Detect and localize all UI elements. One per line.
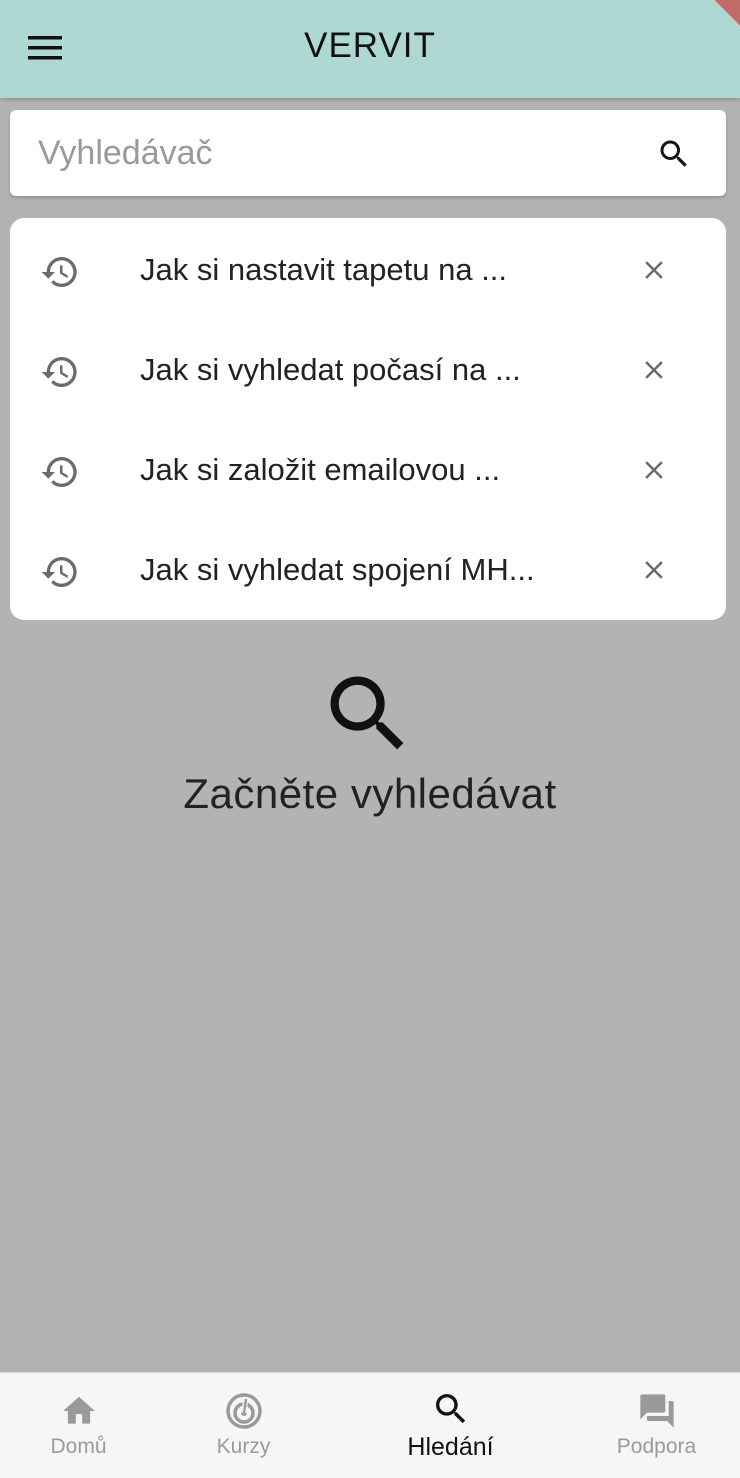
search-icon: [318, 664, 418, 764]
app-bar: VERVIT: [0, 0, 740, 98]
history-item[interactable]: Jak si vyhledat počasí na ...: [10, 320, 726, 420]
history-icon: [38, 250, 82, 294]
close-icon[interactable]: [630, 346, 678, 394]
history-item-label: Jak si vyhledat spojení MH...: [140, 552, 535, 587]
nav-item-home[interactable]: Domů: [0, 1373, 171, 1478]
history-icon: [38, 350, 82, 394]
nav-label: Domů: [50, 1435, 107, 1458]
history-item-label: Jak si založit emailovou ...: [140, 452, 501, 487]
bottom-navigation: Domů Kurzy Hledání Podpora: [0, 1372, 740, 1478]
search-icon[interactable]: [650, 132, 698, 176]
empty-state-text: Začněte vyhledávat: [183, 770, 557, 817]
nav-item-courses[interactable]: Kurzy: [151, 1373, 336, 1478]
home-icon: [57, 1389, 101, 1433]
history-item[interactable]: Jak si nastavit tapetu na ...: [10, 220, 726, 320]
debug-banner: [714, 0, 740, 26]
history-item[interactable]: Jak si založit emailovou ...: [10, 420, 726, 520]
search-input[interactable]: [38, 130, 598, 176]
search-screen: VERVIT Jak si nastavit tapetu na ... Jak: [0, 0, 740, 1478]
history-icon: [38, 450, 82, 494]
nav-item-search[interactable]: Hledání: [358, 1373, 543, 1478]
nav-label: Podpora: [616, 1435, 697, 1458]
app-title: VERVIT: [304, 26, 436, 65]
courses-icon: [222, 1389, 266, 1433]
nav-item-support[interactable]: Podpora: [564, 1373, 740, 1478]
history-item-label: Jak si nastavit tapetu na ...: [140, 252, 508, 287]
close-icon[interactable]: [630, 546, 678, 594]
history-item-label: Jak si vyhledat počasí na ...: [140, 352, 521, 387]
search-bar: [10, 110, 726, 196]
chat-icon: [635, 1389, 679, 1433]
history-item[interactable]: Jak si vyhledat spojení MH...: [10, 520, 726, 620]
close-icon[interactable]: [630, 446, 678, 494]
close-icon[interactable]: [630, 246, 678, 294]
history-icon: [38, 550, 82, 594]
nav-label: Hledání: [407, 1433, 494, 1461]
search-icon: [429, 1387, 473, 1431]
search-history-list: Jak si nastavit tapetu na ... Jak si vyh…: [10, 218, 726, 620]
nav-label: Kurzy: [216, 1435, 271, 1458]
